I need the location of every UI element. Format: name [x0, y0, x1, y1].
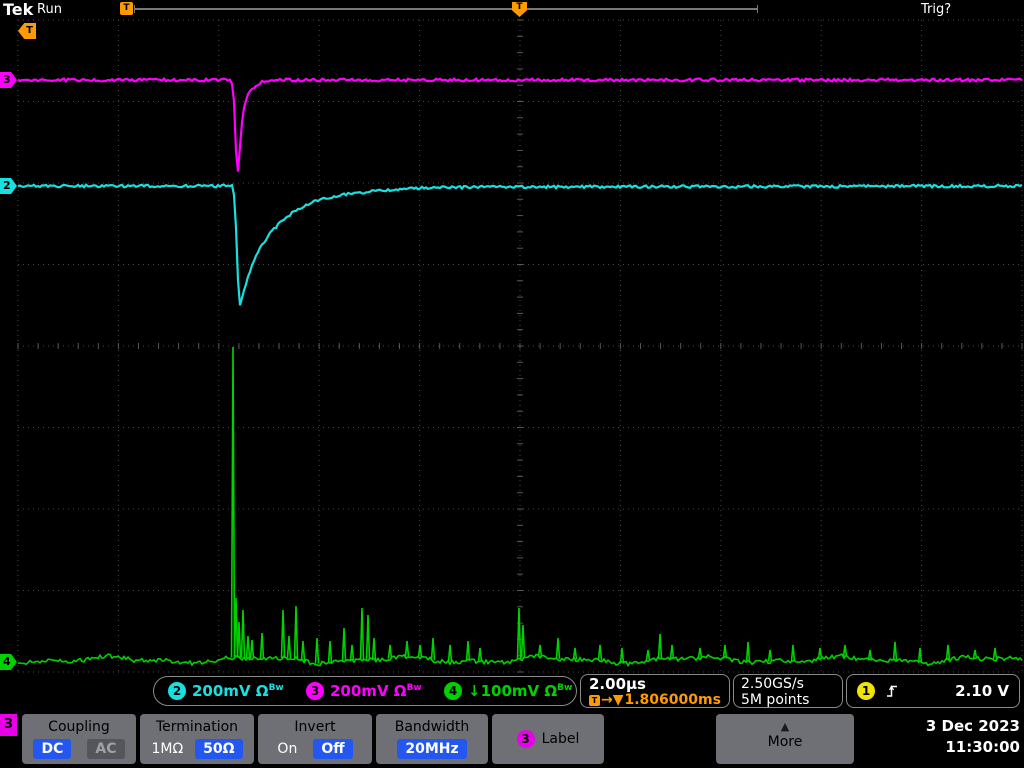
channel-readouts-box: 2 200mV ΩBw 3 200mV ΩBw 4 ↓100mV ΩBw [153, 676, 577, 706]
more-up-arrow-icon: ▲ [780, 720, 790, 733]
trigger-status-label: Trig? [921, 2, 952, 17]
trigger-source-badge: 1 [857, 682, 875, 700]
trigger-t-icon: T [120, 2, 133, 15]
ch2-scale: 200mV ΩBw [192, 682, 284, 700]
header-bar: Tek Run T T Trig? [0, 0, 1024, 19]
ch2-badge[interactable]: 2 [168, 682, 186, 700]
bandwidth-20mhz-option[interactable]: 20MHz [397, 739, 467, 759]
ch3-menu-tab[interactable]: 3 [0, 714, 17, 736]
record-length: 5M points [741, 692, 810, 708]
trigger-arrows: →▼ [601, 692, 624, 708]
trigger-position-marker[interactable]: T [512, 2, 527, 17]
invert-on-option[interactable]: On [277, 739, 297, 759]
coupling-title: Coupling [48, 719, 110, 735]
timebase-readout[interactable]: 2.00µs T →▼ 1.806000ms [580, 674, 730, 708]
termination-button[interactable]: Termination 1MΩ 50Ω [140, 714, 254, 764]
datetime-display: 3 Dec 2023 11:30:00 [926, 716, 1020, 758]
termination-50ohm-option[interactable]: 50Ω [195, 739, 243, 759]
oscilloscope-screen: Tek Run T T Trig? T 3 2 4 2 200mV ΩBw 3 … [0, 0, 1024, 768]
time-value: 11:30:00 [945, 738, 1020, 756]
coupling-ac-option[interactable]: AC [87, 739, 125, 759]
trigger-t-mini-icon: T [589, 694, 600, 706]
acquisition-readout[interactable]: 2.50GS/s 5M points [733, 674, 843, 708]
bandwidth-title: Bandwidth [394, 719, 470, 735]
invert-title: Invert [294, 719, 336, 735]
ch3-badge[interactable]: 3 [306, 682, 324, 700]
trigger-level-value: 2.10 V [955, 682, 1009, 700]
more-title: More [767, 734, 803, 750]
ch3-scale: 200mV ΩBw [330, 682, 422, 700]
date-value: 3 Dec 2023 [925, 717, 1020, 735]
coupling-dc-option[interactable]: DC [33, 739, 72, 759]
sample-rate: 2.50GS/s [741, 676, 804, 692]
ch4-scale: ↓100mV ΩBw [468, 682, 573, 700]
record-view-bar [134, 8, 758, 10]
trigger-delay-value: 1.806000ms [624, 692, 721, 708]
record-view-end-tick [757, 5, 758, 13]
channel-menu-bar: 3 Coupling DC AC Termination 1MΩ 50Ω Inv… [0, 712, 1024, 768]
scope-display [17, 19, 1023, 673]
acquisition-status: Run [37, 2, 62, 17]
termination-title: Termination [155, 719, 239, 735]
invert-off-option[interactable]: Off [313, 739, 353, 759]
ch4-readout[interactable]: 4 ↓100mV ΩBw [444, 682, 572, 700]
timebase-value: 2.00µs [589, 675, 646, 693]
ch3-readout[interactable]: 3 200mV ΩBw [306, 682, 422, 700]
rising-edge-icon [887, 685, 897, 697]
coupling-button[interactable]: Coupling DC AC [22, 714, 136, 764]
bandwidth-button[interactable]: Bandwidth 20MHz [376, 714, 488, 764]
trigger-readout[interactable]: 1 2.10 V [846, 674, 1020, 708]
label-ch3-badge: 3 [516, 730, 535, 748]
tek-logo: Tek [3, 0, 34, 19]
ch2-readout[interactable]: 2 200mV ΩBw [168, 682, 284, 700]
ch4-badge[interactable]: 4 [444, 682, 462, 700]
invert-button[interactable]: Invert On Off [258, 714, 372, 764]
termination-1mohm-option[interactable]: 1MΩ [151, 739, 183, 759]
more-button[interactable]: ▲ More [716, 714, 854, 764]
record-view-start-tick [134, 5, 135, 13]
label-button[interactable]: 3 Label [492, 714, 604, 764]
graticule-grid [17, 19, 1023, 673]
trigger-delay-readout: T →▼ 1.806000ms [589, 692, 721, 708]
readout-bar: 2 200mV ΩBw 3 200mV ΩBw 4 ↓100mV ΩBw 2.0… [0, 673, 1024, 712]
label-title: Label [541, 731, 580, 747]
